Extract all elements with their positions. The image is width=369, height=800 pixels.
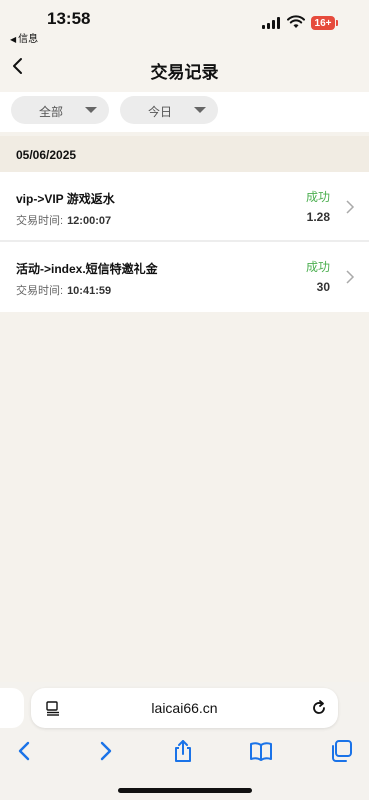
chevron-right-icon bbox=[346, 200, 355, 214]
transaction-amount: 1.28 bbox=[306, 210, 330, 224]
transaction-row[interactable]: vip->VIP 游戏返水 交易时间: 12:00:07 成功 1.28 bbox=[0, 172, 369, 242]
filter-type-dropdown[interactable]: 全部 bbox=[11, 96, 109, 124]
home-indicator bbox=[118, 788, 252, 793]
filter-date-label: 今日 bbox=[148, 105, 173, 119]
status-bar: 13:58 ◀ 信息 16+ bbox=[0, 0, 369, 45]
transaction-status: 成功 bbox=[305, 190, 330, 204]
chevron-right-icon bbox=[346, 270, 355, 284]
browser-forward-icon[interactable] bbox=[92, 738, 118, 764]
time-value: 12:00:07 bbox=[67, 215, 112, 227]
battery-icon: 16+ bbox=[311, 16, 335, 30]
transaction-amount: 30 bbox=[316, 280, 330, 294]
share-icon[interactable] bbox=[170, 738, 196, 764]
caret-down-icon bbox=[194, 107, 206, 113]
filter-type-label: 全部 bbox=[39, 105, 64, 119]
time-label: 交易时间: bbox=[16, 285, 64, 297]
battery-tip bbox=[336, 20, 338, 26]
address-bar[interactable]: laicai66.cn bbox=[31, 688, 338, 728]
transaction-time: 交易时间: 12:00:07 bbox=[16, 212, 111, 228]
tabs-icon[interactable] bbox=[328, 738, 354, 764]
previous-tab-preview[interactable] bbox=[0, 688, 24, 728]
transaction-title: vip->VIP 游戏返水 bbox=[16, 192, 115, 206]
status-time: 13:58 bbox=[47, 9, 91, 28]
wifi-icon bbox=[287, 15, 305, 28]
transaction-status: 成功 bbox=[305, 260, 330, 274]
date-group-header: 05/06/2025 bbox=[0, 136, 369, 172]
time-label: 交易时间: bbox=[16, 215, 64, 227]
filter-bar: 全部 今日 bbox=[0, 92, 369, 132]
nav-bar: 交易记录 bbox=[0, 44, 369, 92]
transaction-title: 活动->index.短信特邀礼金 bbox=[16, 262, 158, 276]
time-value: 10:41:59 bbox=[67, 285, 112, 297]
back-to-app-link[interactable]: ◀ 信息 bbox=[10, 30, 38, 45]
filter-date-dropdown[interactable]: 今日 bbox=[120, 96, 218, 124]
transaction-row[interactable]: 活动->index.短信特邀礼金 交易时间: 10:41:59 成功 30 bbox=[0, 242, 369, 312]
transaction-time: 交易时间: 10:41:59 bbox=[16, 282, 111, 298]
bookmarks-icon[interactable] bbox=[248, 738, 274, 764]
browser-back-icon[interactable] bbox=[12, 738, 38, 764]
cellular-signal-icon bbox=[262, 17, 280, 29]
url-text: laicai66.cn bbox=[151, 700, 218, 716]
date-label: 05/06/2025 bbox=[16, 148, 77, 162]
back-triangle-icon: ◀ bbox=[10, 35, 17, 44]
reload-icon[interactable] bbox=[310, 699, 328, 717]
caret-down-icon bbox=[85, 107, 97, 113]
page-title: 交易记录 bbox=[150, 63, 219, 82]
